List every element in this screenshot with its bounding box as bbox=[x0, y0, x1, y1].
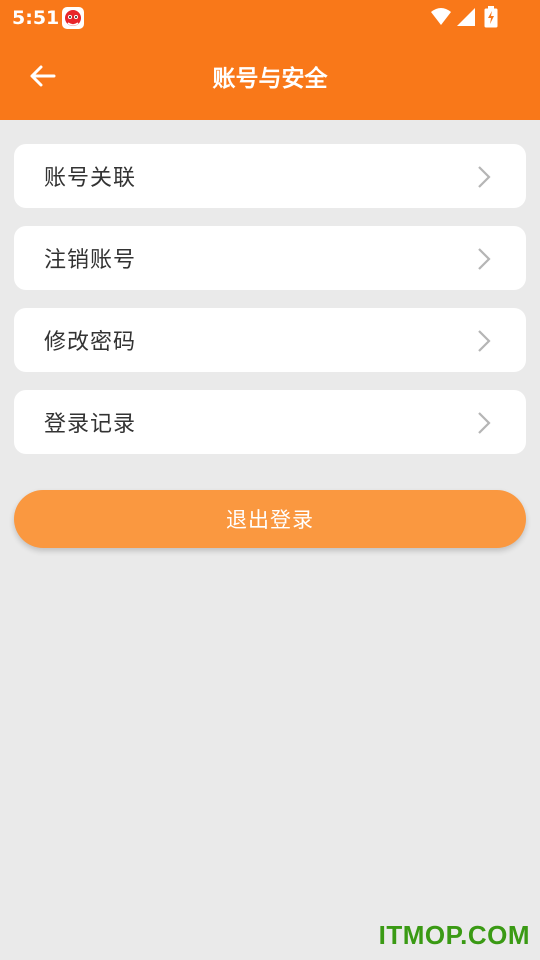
signal-icon bbox=[456, 7, 476, 31]
page-title: 账号与安全 bbox=[212, 66, 328, 92]
menu-item-label: 登录记录 bbox=[44, 412, 137, 437]
watermark-logo: ITMOP.COM bbox=[378, 920, 530, 950]
chevron-right-icon bbox=[476, 246, 492, 272]
header-bar: 5:51 账号与安全 bbox=[0, 0, 540, 120]
menu-item-login-history[interactable]: 登录记录 bbox=[14, 390, 526, 454]
status-time: 5:51 bbox=[12, 7, 60, 29]
menu-item-label: 修改密码 bbox=[44, 330, 137, 355]
wifi-icon bbox=[430, 7, 452, 31]
settings-menu: 账号关联 注销账号 修改密码 登录记录 bbox=[14, 144, 526, 472]
chevron-right-icon bbox=[476, 328, 492, 354]
menu-item-delete-account[interactable]: 注销账号 bbox=[14, 226, 526, 290]
logout-button[interactable]: 退出登录 bbox=[14, 490, 526, 548]
menu-item-label: 账号关联 bbox=[44, 166, 137, 191]
chevron-right-icon bbox=[476, 410, 492, 436]
menu-item-label: 注销账号 bbox=[44, 248, 137, 273]
menu-item-change-password[interactable]: 修改密码 bbox=[14, 308, 526, 372]
chevron-right-icon bbox=[476, 164, 492, 190]
status-bar: 5:51 bbox=[0, 0, 540, 36]
menu-item-account-link[interactable]: 账号关联 bbox=[14, 144, 526, 208]
app-notification-icon bbox=[61, 6, 85, 30]
battery-charging-icon bbox=[484, 6, 498, 32]
